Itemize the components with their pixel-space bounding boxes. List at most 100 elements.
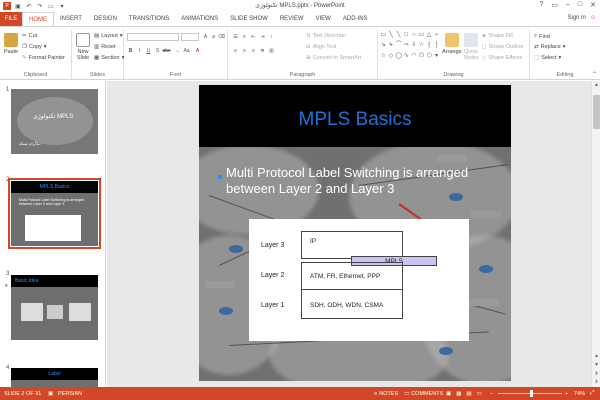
increase-indent-icon[interactable]: ⇥ [259, 33, 266, 40]
brace-shape-icon[interactable]: { [426, 41, 433, 50]
new-slide-button[interactable]: New Slide [74, 33, 92, 61]
scroll-up-icon[interactable]: ▲ [592, 353, 600, 361]
language-indicator[interactable]: PERSIAN [58, 391, 82, 397]
fit-to-window-icon[interactable]: ⤢ [590, 390, 594, 397]
bullets-icon[interactable]: ☰ [232, 33, 239, 40]
char-spacing-icon[interactable]: ↔ [174, 47, 181, 54]
shapes-gallery[interactable]: ▭ ╲ ╲ □ ○ ▭ △ ⌐ ↘ ↳ ⌒ ⇨ ⇩ ☆{} ☆ ◇ ◯ ∿ ◠ ⬠ ⬡ ▾ [380, 31, 440, 61]
numbering-icon[interactable]: ≡ [241, 33, 248, 40]
select-button[interactable]: ⬚ Select ▾ [534, 55, 561, 61]
zoom-slider-thumb[interactable] [530, 390, 533, 397]
notes-button[interactable]: ≡ NOTES [374, 391, 398, 397]
slide-thumbnail-1[interactable]: تکنولوژی MPLS دیاگرام شبکه [11, 89, 98, 154]
grow-font-icon[interactable]: A [202, 33, 209, 40]
smiley-feedback-icon[interactable]: ☺ [590, 15, 596, 21]
scroll-down-icon[interactable]: ▼ [592, 362, 600, 370]
format-painter-button[interactable]: ✎ Format Painter [22, 55, 65, 61]
textbox-shape-icon[interactable]: ▭ [380, 31, 387, 40]
align-center-icon[interactable]: ≡ [241, 47, 248, 54]
close-icon[interactable]: ✕ [590, 1, 596, 9]
slide-sorter-icon[interactable]: ▦ [456, 391, 461, 397]
collapse-ribbon-icon[interactable]: ⌃ [592, 71, 597, 78]
justify-icon[interactable]: ≣ [259, 47, 266, 54]
tab-design[interactable]: DESIGN [88, 12, 123, 26]
line-shape-icon[interactable]: ⌐ [433, 31, 440, 40]
slide-editor[interactable]: MPLS Basics Multi Protocol Label Switchi… [107, 81, 591, 387]
help-icon[interactable]: ? [539, 1, 543, 9]
next-slide-icon[interactable]: ⇟ [592, 379, 600, 387]
section-button[interactable]: ▦ Section ▾ [94, 55, 124, 61]
slides-thumbnail-pane[interactable]: 1 تکنولوژی MPLS دیاگرام شبکه 2 MPLS Basi… [0, 81, 106, 387]
rectangle-shape-icon[interactable]: ▭ [418, 31, 425, 40]
paste-button[interactable]: Paste [4, 33, 18, 55]
pentagon-shape-icon[interactable]: ⬠ [418, 52, 425, 61]
tab-review[interactable]: REVIEW [274, 12, 310, 26]
tab-animations[interactable]: ANIMATIONS [175, 12, 224, 26]
line-shape-icon[interactable]: ╲ [395, 31, 402, 40]
sign-in-link[interactable]: Sign in [568, 15, 586, 21]
reset-button[interactable]: ▥ Reset [94, 44, 116, 50]
underline-icon[interactable]: U [145, 47, 152, 54]
tab-add-ins[interactable]: ADD-INS [337, 12, 374, 26]
text-direction-button[interactable]: ⇅ Text Direction [306, 33, 346, 39]
zoom-out-icon[interactable]: – [490, 391, 493, 397]
bold-icon[interactable]: B [127, 47, 134, 54]
maximize-icon[interactable]: □ [578, 1, 582, 9]
strikethrough-icon[interactable]: abc [162, 47, 170, 54]
font-name-input[interactable] [127, 33, 179, 41]
line-spacing-icon[interactable]: ↕ [268, 33, 275, 40]
star-shape-icon[interactable]: ☆ [380, 52, 387, 61]
slide-thumbnail-2[interactable]: MPLS Basics Multi Protocol Label Switchi… [8, 178, 101, 249]
line-shape-icon[interactable]: ╲ [388, 31, 395, 40]
slide-thumbnail-3[interactable]: Basic Idea [11, 275, 98, 340]
tab-slide-show[interactable]: SLIDE SHOW [224, 12, 274, 26]
shrink-font-icon[interactable]: a [210, 33, 217, 40]
slide-show-icon[interactable]: ▭ [477, 391, 482, 397]
connector-shape-icon[interactable]: ↘ [380, 41, 387, 50]
brace-shape-icon[interactable]: } [433, 41, 440, 50]
decrease-indent-icon[interactable]: ⇤ [250, 33, 257, 40]
current-slide[interactable]: MPLS Basics Multi Protocol Label Switchi… [199, 85, 511, 381]
previous-slide-icon[interactable]: ⇞ [592, 371, 600, 379]
slide-thumbnail-4[interactable]: Label [11, 368, 98, 387]
osi-layer-diagram[interactable]: Layer 3 IP MPLS Layer 2 ATM, FR, Etherne… [249, 219, 469, 341]
align-text-button[interactable]: ⊟ Align Text [306, 44, 336, 50]
connector-shape-icon[interactable]: ↳ [388, 41, 395, 50]
tab-file[interactable]: FILE [0, 12, 22, 26]
reading-view-icon[interactable]: ▤ [466, 391, 471, 397]
slide-title[interactable]: MPLS Basics [199, 109, 511, 131]
minimize-icon[interactable]: – [566, 1, 570, 9]
normal-view-icon[interactable]: ▣ [446, 391, 451, 397]
change-case-icon[interactable]: Aa [183, 47, 190, 54]
tab-home[interactable]: HOME [22, 12, 54, 26]
zoom-level[interactable]: 74% [574, 391, 585, 397]
hexagon-shape-icon[interactable]: ⬡ [426, 52, 433, 61]
font-size-input[interactable] [181, 33, 199, 41]
tab-view[interactable]: VIEW [310, 12, 337, 26]
tab-insert[interactable]: INSERT [54, 12, 88, 26]
quick-styles-button[interactable]: Quick Styles [462, 33, 480, 61]
tab-transitions[interactable]: TRANSITIONS [123, 12, 175, 26]
align-left-icon[interactable]: ≡ [232, 47, 239, 54]
layout-button[interactable]: ▤ Layout ▾ [94, 33, 122, 39]
vertical-scrollbar[interactable]: ▲ ▲ ▼ ⇞ ⇟ [591, 81, 600, 387]
copy-button[interactable]: ❐ Copy ▾ [22, 44, 47, 50]
clear-formatting-icon[interactable]: ⌫ [218, 33, 225, 40]
brace-shape-icon[interactable]: ⌒ [395, 41, 402, 50]
scroll-up-icon[interactable]: ▲ [592, 82, 600, 90]
spell-check-icon[interactable]: ▣ [48, 391, 53, 397]
align-right-icon[interactable]: ≡ [250, 47, 257, 54]
shape-fill-button[interactable]: ◈ Shape Fill [482, 33, 513, 39]
arrange-button[interactable]: Arrange [442, 33, 462, 55]
font-color-icon[interactable]: A [194, 47, 201, 54]
ribbon-display-icon[interactable]: ▭ [551, 1, 558, 9]
italic-icon[interactable]: I [136, 47, 143, 54]
rectangle-shape-icon[interactable]: □ [403, 31, 410, 40]
scroll-thumb[interactable] [593, 95, 600, 129]
shadow-icon[interactable]: S [154, 47, 161, 54]
comments-button[interactable]: ▭ COMMENTS [404, 391, 443, 397]
arc-shape-icon[interactable]: ◠ [411, 52, 418, 61]
shape-effects-button[interactable]: ◇ Shape Effects [482, 55, 522, 61]
slide-bullet-text[interactable]: Multi Protocol Label Switching is arrang… [226, 165, 496, 197]
triangle-shape-icon[interactable]: △ [426, 31, 433, 40]
